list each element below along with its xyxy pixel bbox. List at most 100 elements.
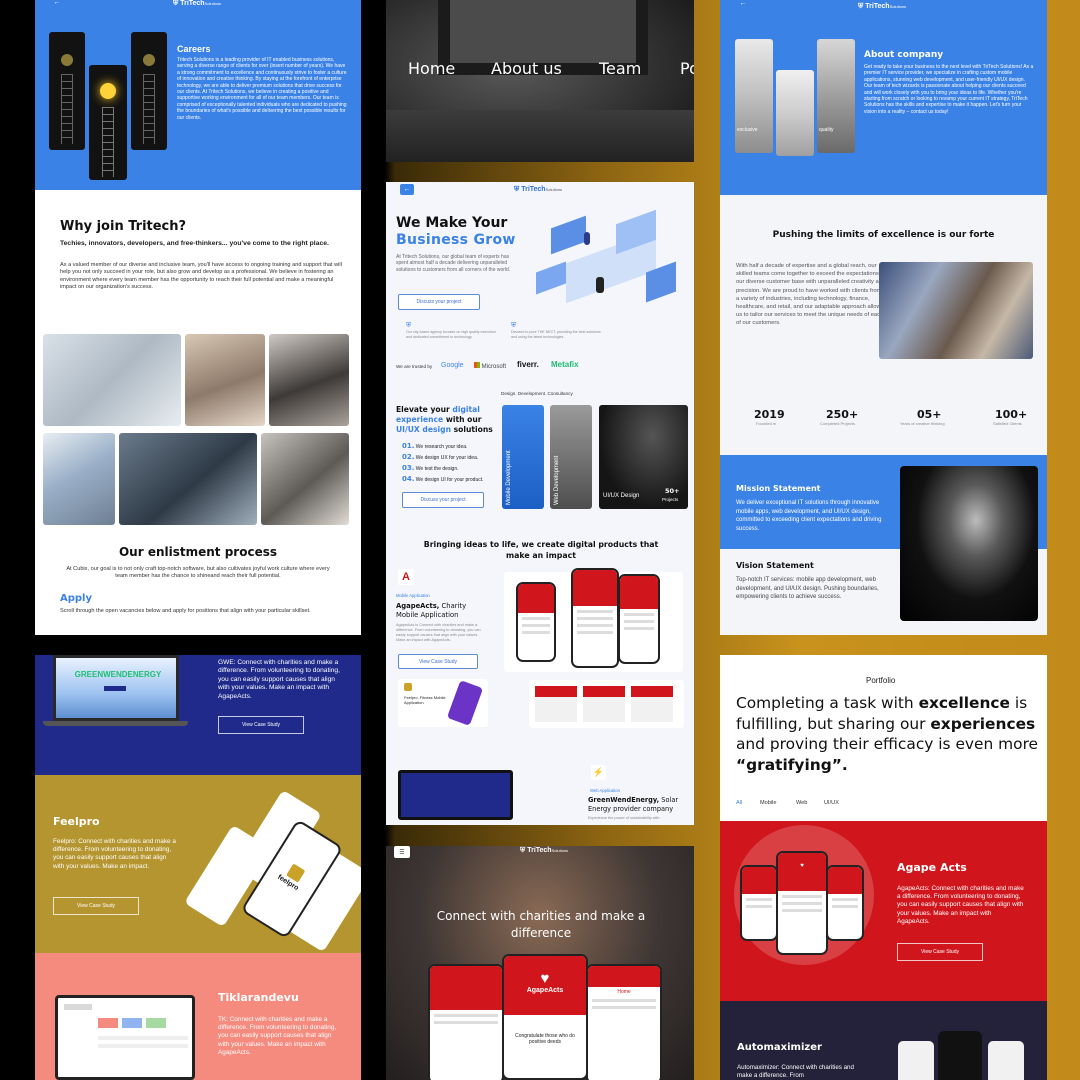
step-item: 04. We design UI for your product. (402, 475, 512, 486)
shield-icon: ⛨ (858, 3, 864, 10)
projects-label: Projects (662, 497, 679, 502)
step-number: 04. (402, 475, 415, 483)
step-text: We design UI for your product. (415, 477, 484, 483)
card-web-development[interactable]: Web Development (550, 405, 592, 509)
web-app-label: Web Application (590, 788, 620, 793)
phone-mockup: ♥ (776, 851, 828, 955)
vision-body: Top-notch IT services: mobile app develo… (736, 577, 879, 601)
agape-logo-icon: A (398, 569, 414, 585)
gwe-title-bold: GreenWendEnergy, (588, 796, 660, 804)
brand-logo: ⛨ TriTechSolutions (173, 0, 221, 8)
home-page: ← ⛨ TriTechSolutions We Make Your Busine… (386, 182, 694, 825)
about-photo-1: exclusive (735, 39, 773, 153)
discuss-project-button[interactable]: Discuss your project (402, 492, 484, 508)
why-join-body: As a valued member of our diverse and in… (60, 262, 342, 291)
connect-page: ☰ ⛨ TriTechSolutions Connect with charit… (386, 846, 694, 1080)
headline-part: Completing a task with (736, 694, 919, 712)
step-text: We design UX for your idea. (415, 455, 479, 461)
phone-tab-label: Home (617, 988, 631, 995)
portfolio-headline: Completing a task with excellence is ful… (736, 693, 1041, 775)
elevate-text-1: Elevate your (396, 405, 453, 414)
ladder-door-right (131, 32, 167, 150)
stat-value: 05+ (917, 408, 942, 421)
filter-all[interactable]: All (736, 800, 742, 806)
gwe-body: Experience the power of sustainability w… (588, 816, 660, 820)
feelpro-title: Feelpro (53, 815, 100, 828)
office-photo-5 (119, 433, 257, 525)
phone-mockup (428, 964, 504, 1080)
agape-screens-card (529, 680, 684, 728)
shield-icon: ⛨ (173, 0, 179, 7)
card-mobile-development[interactable]: Mobile Development (502, 405, 544, 509)
tik-laptop-mockup (55, 995, 195, 1080)
brand-suffix: Solutions (551, 848, 569, 853)
nav-home[interactable]: Home (408, 59, 455, 78)
menu-button[interactable]: ☰ (394, 846, 410, 858)
back-button[interactable]: ← (50, 0, 64, 8)
gwe-title: GreenWendEnergy, Solar Energy provider c… (588, 796, 690, 813)
feature-2-text: Devoted to pure THE NECT, providing the … (511, 330, 601, 339)
ladder-door-middle (89, 65, 127, 180)
check-shield-icon: ⛨ (511, 322, 517, 329)
mission-body: We deliver exceptional IT solutions thro… (736, 500, 882, 532)
works-page: GREENWENDENERGY GWE: Connect with charit… (35, 655, 361, 1080)
view-case-study-button[interactable]: View Case Study (398, 654, 478, 669)
why-join-subtitle: Techies, innovators, developers, and fre… (60, 240, 329, 247)
agape-title-bold: AgapeActs, (396, 602, 440, 610)
phone-app-name: AgapeActs (526, 987, 564, 994)
filter-mobile[interactable]: Mobile (760, 800, 776, 806)
ddc-label: Design. Development. Consultancy (501, 391, 573, 396)
card-uiux-design[interactable]: UI/UX Design 50+ Projects (599, 405, 688, 509)
phone-mockup (826, 865, 864, 941)
headline-part: and proving their efficacy is even more (736, 735, 1039, 754)
card-label: Mobile Development (506, 450, 512, 505)
careers-title: Careers (177, 44, 211, 54)
feelpro-mini-card[interactable]: Feelpro, Fitness Mobile Application (398, 679, 488, 727)
careers-body: Tritech Solutions is a leading provider … (177, 57, 347, 121)
discuss-project-button[interactable]: Discuss your project (398, 294, 480, 310)
back-button[interactable]: ← (400, 184, 414, 195)
brand-name: TriTech (180, 0, 205, 7)
brand-suffix: Solutions (204, 1, 222, 6)
filter-web[interactable]: Web (796, 800, 807, 806)
shield-icon: ⛨ (514, 186, 520, 193)
stat-founded: 2019 Founded in (740, 408, 800, 426)
nav-portfolio[interactable]: Po (680, 59, 694, 78)
brand-name: TriTech (521, 186, 546, 193)
phone-card-text: Congratulate those who do positive deeds (515, 1032, 575, 1045)
brand-name: TriTech (527, 847, 552, 854)
stat-label: Completed Projects (820, 421, 855, 426)
step-text: We test the design. (415, 466, 459, 472)
heart-logo-icon: ♥ (540, 970, 550, 987)
filter-uiux[interactable]: UI/UX (824, 800, 839, 806)
card-label: Web Development (554, 455, 560, 505)
about-photo-3: quality (817, 39, 855, 153)
step-list: 01. We research your idea. 02. We design… (402, 442, 512, 486)
step-item: 01. We research your idea. (402, 442, 512, 453)
about-body: Get ready to take your business to the n… (864, 64, 1034, 115)
gwe-description: GWE: Connect with charities and make a d… (218, 659, 340, 700)
tiklarandevu-description: TK: Connect with charities and make a di… (218, 1016, 337, 1056)
careers-page: ← ⛨ TriTechSolutions Careers Tritech Sol… (35, 0, 361, 635)
about-title: About company (864, 50, 944, 60)
shield-icon: ⛨ (520, 847, 526, 854)
nav-hero-page: Home About us Team Po (386, 0, 694, 162)
automaximizer-phones (898, 1019, 1033, 1080)
nav-team[interactable]: Team (599, 59, 641, 78)
agape-body: AgapeActs is Connect with charities and … (396, 623, 481, 642)
back-button[interactable]: ← (736, 0, 750, 9)
view-case-study-button[interactable]: View Case Study (897, 943, 983, 961)
office-photo-4 (43, 433, 115, 525)
feelpro-logo-icon (404, 683, 412, 691)
view-case-study-button[interactable]: View Case Study (218, 716, 304, 734)
microsoft-logo-icon (474, 362, 480, 368)
headline-bold: excellence (918, 694, 1010, 712)
automaximizer-title: Automaximizer (737, 1042, 822, 1053)
about-page: ← ⛨ TriTechSolutions exclusive quality A… (720, 0, 1047, 635)
nav-about[interactable]: About us (491, 59, 562, 78)
stat-projects: 250+ Completed Projects (815, 408, 885, 426)
enlistment-body: At Cubix, our goal is to not only craft … (66, 566, 330, 580)
client-microsoft: Microsoft (474, 362, 506, 370)
view-case-study-button[interactable]: View Case Study (53, 897, 139, 915)
portfolio-label: Portfolio (866, 676, 896, 685)
